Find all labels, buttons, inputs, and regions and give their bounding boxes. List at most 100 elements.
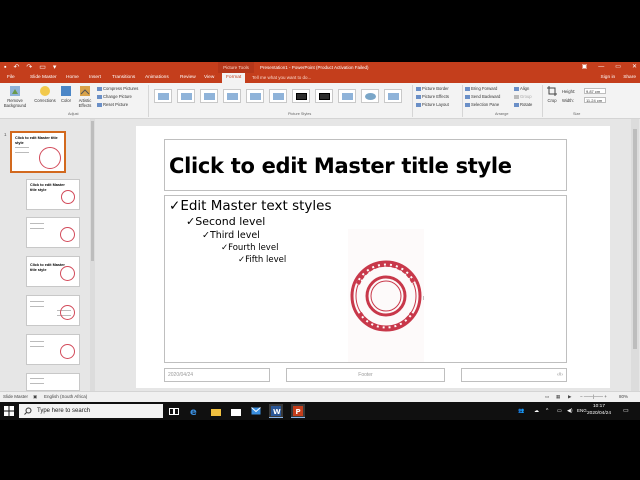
tab-insert[interactable]: Insert xyxy=(89,73,101,83)
taskbar-clock[interactable]: 10:17 2020/04/24 xyxy=(583,404,615,417)
corrections-button[interactable]: Corrections xyxy=(32,85,58,103)
save-icon[interactable]: ▪ xyxy=(4,63,6,72)
selection-pane-button[interactable]: Selection Pane xyxy=(465,102,499,107)
share-button[interactable]: Share xyxy=(623,73,636,83)
picture-styles-group-label: Picture Styles xyxy=(288,112,312,116)
picture-style-9[interactable] xyxy=(338,89,356,103)
picture-style-8[interactable] xyxy=(315,89,333,103)
reset-picture-button[interactable]: Reset Picture xyxy=(97,102,128,107)
network-icon[interactable]: ▭ xyxy=(557,402,562,420)
powerpoint-icon[interactable]: P xyxy=(291,404,305,418)
picture-border-button[interactable]: Picture Border xyxy=(416,86,449,91)
word-icon[interactable]: W xyxy=(269,404,283,418)
start-from-beginning-icon[interactable]: ▭ xyxy=(39,63,46,72)
picture-style-3[interactable] xyxy=(200,89,218,103)
title-placeholder[interactable]: Click to edit Master title style xyxy=(164,139,567,191)
thumb-text-lines xyxy=(30,341,44,347)
slide-sorter-icon[interactable]: ▦ xyxy=(556,392,560,402)
layout-thumbnail[interactable] xyxy=(26,373,80,391)
color-button[interactable]: Color xyxy=(58,85,74,103)
people-icon[interactable]: 👥 xyxy=(518,402,524,420)
tab-slide-master[interactable]: Slide Master xyxy=(30,73,57,83)
slide-number-placeholder[interactable]: ‹#› xyxy=(461,368,567,382)
body-placeholder[interactable]: ✓Edit Master text styles ✓Second level ✓… xyxy=(164,195,567,363)
change-picture-button[interactable]: Change Picture xyxy=(97,94,132,99)
financial-services-seal-image[interactable]: ★ ★ xyxy=(348,229,424,363)
picture-layout-icon xyxy=(416,102,421,107)
picture-style-7[interactable] xyxy=(292,89,310,103)
edge-icon[interactable]: e xyxy=(187,404,201,418)
maximize-button[interactable]: ▭ xyxy=(615,62,621,73)
arrange-group-label: Arrange xyxy=(495,112,509,116)
layout-thumbnail[interactable] xyxy=(26,295,80,326)
redo-icon[interactable]: ↷ xyxy=(26,63,32,72)
editor-scroll-thumb[interactable] xyxy=(633,129,637,349)
tab-format[interactable]: Format xyxy=(222,73,246,83)
layout-thumbnail[interactable] xyxy=(26,334,80,365)
align-button[interactable]: Align xyxy=(514,86,529,91)
thumb-text-lines xyxy=(15,147,29,153)
picture-effects-button[interactable]: Picture Effects xyxy=(416,94,449,99)
pane-scroll-thumb[interactable] xyxy=(91,121,94,261)
store-icon[interactable] xyxy=(229,404,243,418)
artistic-effects-button[interactable]: Artistic Effects xyxy=(75,85,95,108)
minimize-button[interactable]: — xyxy=(598,62,604,73)
compress-pictures-button[interactable]: Compress Pictures xyxy=(97,86,138,91)
picture-layout-button[interactable]: Picture Layout xyxy=(416,102,449,107)
file-explorer-icon[interactable] xyxy=(209,404,223,418)
zoom-slider[interactable]: − ——|—— + xyxy=(580,392,607,402)
tab-file[interactable]: File xyxy=(7,73,15,83)
mail-icon[interactable] xyxy=(249,404,263,418)
onedrive-icon[interactable]: ☁ xyxy=(534,402,539,420)
remove-background-button[interactable]: Remove Background xyxy=(2,85,28,108)
tab-review[interactable]: Review xyxy=(180,73,196,83)
picture-style-11[interactable] xyxy=(384,89,402,103)
thumb-text-lines xyxy=(30,378,44,384)
layout-thumbnail[interactable] xyxy=(26,217,80,248)
tab-animations[interactable]: Animations xyxy=(145,73,169,83)
crop-button[interactable]: Crop xyxy=(544,85,560,103)
task-view-icon[interactable] xyxy=(167,404,181,418)
rotate-button[interactable]: Rotate xyxy=(514,102,532,107)
master-thumbnail[interactable]: Click to edit Master title style xyxy=(10,131,66,173)
tab-transitions[interactable]: Transitions xyxy=(112,73,135,83)
picture-style-10[interactable] xyxy=(361,89,379,103)
slideshow-icon[interactable]: ▶ xyxy=(568,392,571,402)
width-field[interactable]: 11.24 cm xyxy=(584,97,606,103)
tell-me-box[interactable]: Tell me what you want to do... xyxy=(252,73,311,83)
height-field[interactable]: 9.87 cm xyxy=(584,88,606,94)
windows-start-icon[interactable] xyxy=(3,405,15,417)
show-hidden-icons[interactable]: ^ xyxy=(546,402,548,420)
bring-forward-button[interactable]: Bring Forward xyxy=(465,86,497,91)
taskbar-search-box[interactable]: Type here to search xyxy=(19,404,163,418)
picture-style-4[interactable] xyxy=(223,89,241,103)
notifications-icon[interactable]: ▭ xyxy=(623,402,629,420)
customize-qat-icon[interactable]: ▾ xyxy=(53,63,57,72)
picture-style-1[interactable] xyxy=(154,89,172,103)
tab-home[interactable]: Home xyxy=(66,73,79,83)
search-placeholder: Type here to search xyxy=(37,408,91,414)
adjust-group-label: Adjust xyxy=(68,112,79,116)
picture-style-2[interactable] xyxy=(177,89,195,103)
picture-style-6[interactable] xyxy=(269,89,287,103)
close-button[interactable]: ✕ xyxy=(632,62,637,73)
ribbon-display-icon[interactable]: ▣ xyxy=(582,62,588,73)
slide-canvas[interactable]: Click to edit Master title style ✓Edit M… xyxy=(136,126,610,388)
zoom-level[interactable]: 80% xyxy=(619,392,628,402)
seal-thumbnail xyxy=(61,190,75,204)
layout-thumbnail[interactable]: Click to edit Master title style xyxy=(26,179,80,210)
sign-in-link[interactable]: Sign in xyxy=(601,73,616,83)
footer-placeholder[interactable]: Footer xyxy=(286,368,445,382)
send-backward-button[interactable]: Send Backward xyxy=(465,94,500,99)
volume-icon[interactable]: ◀) xyxy=(567,402,573,420)
spellcheck-icon[interactable]: ▣ xyxy=(33,392,37,402)
picture-style-5[interactable] xyxy=(246,89,264,103)
status-view: Slide Master xyxy=(3,394,29,399)
undo-icon[interactable]: ↶ xyxy=(13,63,19,72)
layout-thumbnail[interactable]: Click to edit Master title style xyxy=(26,256,80,287)
normal-view-icon[interactable]: ▭ xyxy=(545,392,549,402)
group-button[interactable]: Group xyxy=(514,94,532,99)
date-placeholder[interactable]: 2020/04/24 xyxy=(164,368,270,382)
tab-view[interactable]: View xyxy=(204,73,214,83)
status-language[interactable]: English (South Africa) xyxy=(44,392,87,402)
